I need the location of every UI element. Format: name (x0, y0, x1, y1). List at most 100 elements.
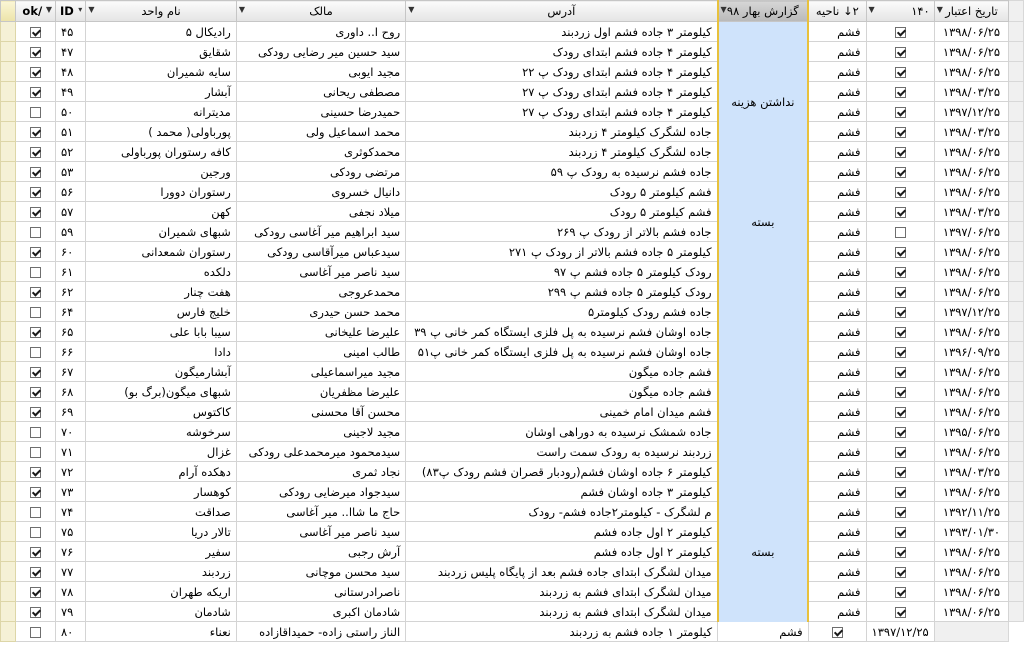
owner-cell[interactable]: سید محسن موچانی (235, 561, 407, 582)
ok-checkbox[interactable] (30, 106, 42, 118)
valid-date-cell[interactable]: ۱۳۹۵/۰۶/۲۵ (933, 421, 1010, 442)
unit-name-cell[interactable]: آبشارمیگون (85, 361, 237, 382)
row-selector[interactable] (0, 381, 17, 402)
ok-checkbox[interactable] (30, 126, 42, 138)
ok-cell[interactable] (15, 441, 56, 462)
unit-name-cell[interactable]: سایه شمیران (85, 61, 237, 82)
district-cell[interactable]: فشم (807, 221, 867, 242)
unit-name-cell[interactable]: شادمان (85, 601, 237, 622)
ok-cell[interactable] (15, 221, 56, 242)
c140-checkbox[interactable] (894, 306, 906, 318)
owner-cell[interactable]: مصطفی ریحانی (235, 81, 407, 102)
ok-cell[interactable] (15, 381, 56, 402)
c140-cell[interactable] (865, 281, 935, 302)
valid-date-cell[interactable]: ۱۳۹۸/۰۶/۲۵ (933, 241, 1010, 262)
valid-date-cell[interactable]: ۱۳۹۷/۱۲/۲۵ (933, 301, 1010, 322)
c140-checkbox[interactable] (894, 266, 906, 278)
unit-name-cell[interactable]: خلیج فارس (85, 301, 237, 322)
c140-checkbox[interactable] (894, 86, 906, 98)
valid-date-cell[interactable]: ۱۳۹۸/۰۶/۲۵ (933, 181, 1010, 202)
owner-cell[interactable]: علیرضا مظفریان (235, 381, 407, 402)
address-cell[interactable]: کیلومتر ۴ جاده فشم ابتدای رودک پ ۲۷ (405, 81, 719, 102)
ok-checkbox[interactable] (30, 326, 42, 338)
ok-checkbox[interactable] (30, 46, 42, 58)
district-cell[interactable]: فشم (807, 341, 867, 362)
c140-cell[interactable] (865, 501, 935, 522)
valid-date-cell[interactable]: ۱۳۹۸/۰۶/۲۵ (933, 261, 1010, 282)
district-cell[interactable]: فشم (807, 381, 867, 402)
ok-checkbox[interactable] (30, 66, 42, 78)
ok-cell[interactable] (15, 101, 56, 122)
district-cell[interactable]: فشم (807, 361, 867, 382)
c140-checkbox[interactable] (894, 106, 906, 118)
dropdown-arrow-icon[interactable]: ▼ (937, 5, 943, 14)
owner-cell[interactable]: سید ابراهیم میر آغاسی رودکی (235, 221, 407, 242)
c140-cell[interactable] (865, 101, 935, 122)
c140-cell[interactable] (865, 441, 935, 462)
owner-cell[interactable]: سیدجواد میرضایی رودکی (235, 481, 407, 502)
id-cell[interactable]: ۵۹ (54, 221, 87, 242)
address-cell[interactable]: جاده لشگرک کیلومتر ۴ زردبند (405, 121, 719, 142)
owner-cell[interactable]: سید ناصر میر آغاسی (235, 261, 407, 282)
ok-checkbox[interactable] (30, 346, 42, 358)
column-header-unit-name[interactable]: نام واحد ▼ (85, 0, 237, 22)
id-cell[interactable]: ۷۵ (54, 521, 87, 542)
c140-cell[interactable] (865, 221, 935, 242)
unit-name-cell[interactable]: رستوران شمعدانی (85, 241, 237, 262)
c140-checkbox[interactable] (894, 406, 906, 418)
valid-date-cell[interactable]: ۱۳۹۸/۰۳/۲۵ (933, 81, 1010, 102)
c140-checkbox[interactable] (894, 546, 906, 558)
dropdown-arrow-icon[interactable]: ▼ (408, 5, 414, 14)
c140-cell[interactable] (865, 201, 935, 222)
id-cell[interactable]: ۷۱ (54, 441, 87, 462)
report-cell[interactable]: بسته (716, 481, 810, 622)
c140-cell[interactable] (865, 301, 935, 322)
c140-checkbox[interactable] (831, 626, 843, 638)
owner-cell[interactable]: طالب امینی (235, 341, 407, 362)
ok-cell[interactable] (15, 601, 56, 622)
id-cell[interactable]: ۶۶ (54, 341, 87, 362)
column-header-district[interactable]: ۲↓ ناحیه (807, 0, 867, 22)
ok-cell[interactable] (15, 461, 56, 482)
c140-checkbox[interactable] (894, 586, 906, 598)
owner-cell[interactable]: حاج ما شاا.. میر آغاسی (235, 501, 407, 522)
ok-cell[interactable] (15, 141, 56, 162)
ok-checkbox[interactable] (30, 586, 42, 598)
valid-date-cell[interactable]: ۱۳۹۲/۱۱/۲۵ (933, 501, 1010, 522)
id-cell[interactable]: ۵۱ (54, 121, 87, 142)
row-selector[interactable] (0, 261, 17, 282)
row-selector[interactable] (0, 401, 17, 422)
district-cell[interactable]: فشم (807, 121, 867, 142)
id-cell[interactable]: ۶۷ (54, 361, 87, 382)
unit-name-cell[interactable]: تالار دریا (85, 521, 237, 542)
valid-date-cell[interactable]: ۱۳۹۸/۰۶/۲۵ (933, 381, 1010, 402)
row-selector[interactable] (0, 561, 17, 582)
ok-cell[interactable] (15, 621, 56, 642)
valid-date-cell[interactable]: ۱۳۹۸/۰۶/۲۵ (933, 441, 1010, 462)
unit-name-cell[interactable]: دادا (85, 341, 237, 362)
unit-name-cell[interactable]: کهن (85, 201, 237, 222)
column-header-valid-date[interactable]: تاریخ اعتبار ▼ (933, 0, 1010, 22)
c140-checkbox[interactable] (894, 126, 906, 138)
unit-name-cell[interactable]: زردبند (85, 561, 237, 582)
owner-cell[interactable]: محسن آقا محسنی (235, 401, 407, 422)
ok-checkbox[interactable] (30, 146, 42, 158)
unit-name-cell[interactable]: رستوران دوورا (85, 181, 237, 202)
row-selector[interactable] (0, 421, 17, 442)
district-cell[interactable]: فشم (807, 261, 867, 282)
unit-name-cell[interactable]: صداقت (85, 501, 237, 522)
address-cell[interactable]: کیلومتر ۳ جاده فشم اول زردبند (405, 21, 719, 42)
address-cell[interactable]: فشم میدان امام خمینی (405, 401, 719, 422)
unit-name-cell[interactable]: آبشار (85, 81, 237, 102)
ok-cell[interactable] (15, 501, 56, 522)
ok-checkbox[interactable] (30, 266, 42, 278)
valid-date-cell[interactable]: ۱۳۹۸/۰۶/۲۵ (933, 321, 1010, 342)
district-cell[interactable]: فشم (807, 421, 867, 442)
owner-cell[interactable]: الناز راستی زاده- حمیداقازاده (235, 621, 407, 642)
id-cell[interactable]: ۶۸ (54, 381, 87, 402)
c140-checkbox[interactable] (894, 226, 906, 238)
district-cell[interactable]: فشم (807, 201, 867, 222)
address-cell[interactable]: جاده فشم رودک کیلومتر۵ (405, 301, 719, 322)
id-cell[interactable]: ۸۰ (54, 621, 87, 642)
row-selector[interactable] (0, 521, 17, 542)
